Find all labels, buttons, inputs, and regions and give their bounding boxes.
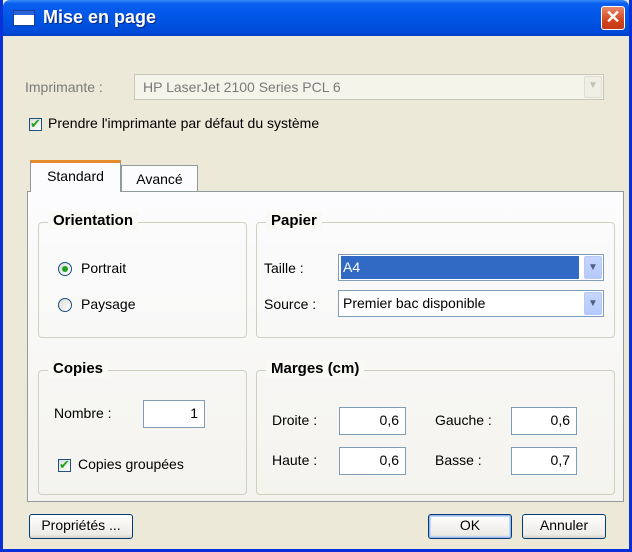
paper-source-value: Premier bac disponible: [343, 295, 486, 311]
landscape-label: Paysage: [81, 296, 136, 312]
tab-panel-standard: Orientation Portrait Paysage Papier Tail…: [27, 191, 624, 502]
title-bar[interactable]: Mise en page ✕: [3, 0, 629, 36]
tab-standard-label: Standard: [47, 168, 104, 184]
paper-size-label: Taille :: [264, 260, 304, 276]
margin-right-input[interactable]: 0,6: [339, 407, 406, 435]
margins-title: Marges (cm): [266, 360, 365, 377]
printer-label: Imprimante :: [25, 79, 103, 95]
chevron-down-icon: ▼: [584, 76, 602, 98]
margins-group: Marges (cm) Droite : 0,6 Gauche : 0,6 Ha…: [256, 360, 615, 495]
chevron-down-icon[interactable]: ▼: [584, 256, 602, 279]
margin-left-label: Gauche :: [435, 412, 492, 428]
paper-source-label: Source :: [264, 296, 317, 312]
paper-size-value: A4: [341, 256, 579, 279]
margin-bottom-label: Basse :: [435, 452, 482, 468]
tab-avance[interactable]: Avancé: [121, 165, 198, 191]
copies-number-label: Nombre :: [54, 405, 112, 421]
paper-source-select[interactable]: Premier bac disponible ▼: [338, 290, 604, 317]
close-button[interactable]: ✕: [601, 6, 625, 30]
margin-top-input[interactable]: 0,6: [339, 447, 406, 475]
margin-bottom-input[interactable]: 0,7: [511, 447, 577, 475]
collate-checkbox[interactable]: [58, 457, 71, 473]
margin-right-label: Droite :: [272, 412, 318, 428]
window-title: Mise en page: [43, 7, 157, 27]
margin-left-input[interactable]: 0,6: [511, 407, 577, 435]
margin-top-label: Haute :: [272, 452, 318, 468]
printer-select: HP LaserJet 2100 Series PCL 6 ▼: [134, 74, 604, 100]
copies-group: Copies Nombre : 1 Copies groupées: [38, 360, 247, 495]
paper-size-select[interactable]: A4 ▼: [338, 254, 604, 281]
portrait-label: Portrait: [81, 260, 127, 276]
default-printer-checkbox[interactable]: [29, 116, 42, 132]
paper-group: Papier Taille : A4 ▼ Source : Premier ba…: [256, 212, 615, 338]
copies-title: Copies: [48, 360, 109, 377]
orientation-title: Orientation: [48, 212, 139, 229]
ok-button[interactable]: OK: [428, 514, 512, 539]
paper-title: Papier: [266, 212, 322, 229]
chevron-down-icon[interactable]: ▼: [584, 292, 602, 315]
window-icon: [13, 10, 35, 26]
copies-number-input[interactable]: 1: [143, 400, 205, 428]
collate-label: Copies groupées: [78, 456, 184, 472]
close-icon: ✕: [605, 7, 621, 27]
properties-button[interactable]: Propriétés ...: [29, 514, 133, 539]
tab-standard[interactable]: Standard: [30, 160, 121, 192]
orientation-group: Orientation Portrait Paysage: [38, 212, 247, 338]
cancel-button[interactable]: Annuler: [522, 514, 606, 539]
tab-avance-label: Avancé: [136, 171, 183, 187]
printer-select-value: HP LaserJet 2100 Series PCL 6: [143, 79, 341, 95]
page-setup-dialog: Mise en page ✕ Imprimante : HP LaserJet …: [0, 0, 632, 552]
landscape-radio[interactable]: [58, 298, 72, 312]
default-printer-label: Prendre l'imprimante par défaut du systè…: [48, 115, 320, 131]
portrait-radio[interactable]: [58, 262, 72, 276]
